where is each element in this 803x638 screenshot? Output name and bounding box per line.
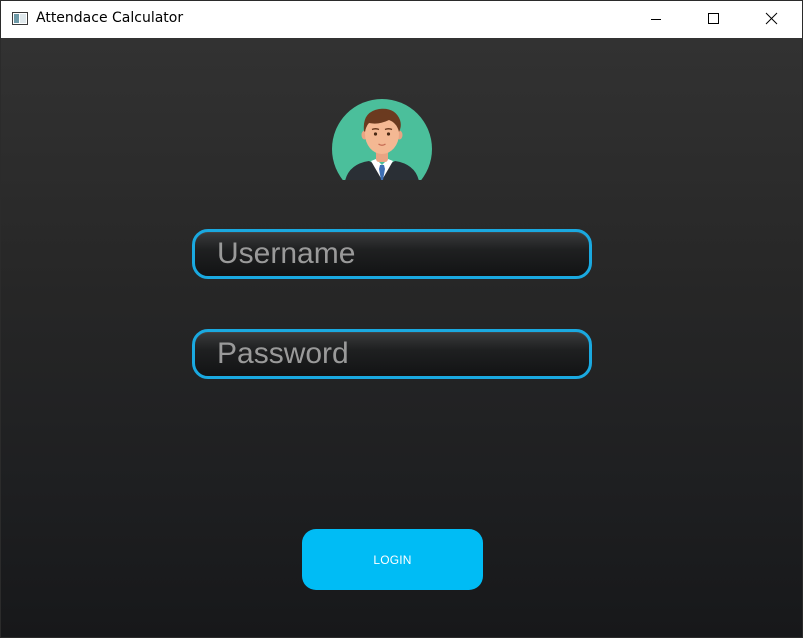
password-field[interactable]	[192, 329, 597, 379]
minimize-icon	[651, 19, 661, 20]
window-title: Attendace Calculator	[36, 10, 184, 26]
password-input[interactable]	[201, 332, 597, 376]
app-window: Attendace Calculator Username LOGIN	[0, 0, 803, 638]
user-avatar-icon	[332, 99, 432, 180]
login-button[interactable]: LOGIN	[302, 529, 483, 590]
maximize-icon	[708, 13, 719, 24]
close-button[interactable]	[748, 1, 794, 38]
username-input[interactable]	[201, 232, 597, 276]
username-field[interactable]	[192, 229, 597, 279]
maximize-button[interactable]	[690, 1, 736, 38]
title-bar[interactable]: Attendace Calculator	[1, 1, 802, 38]
app-window-icon	[12, 12, 28, 25]
close-icon	[765, 12, 778, 25]
minimize-button[interactable]	[634, 1, 680, 38]
login-panel: LOGIN	[1, 38, 802, 637]
